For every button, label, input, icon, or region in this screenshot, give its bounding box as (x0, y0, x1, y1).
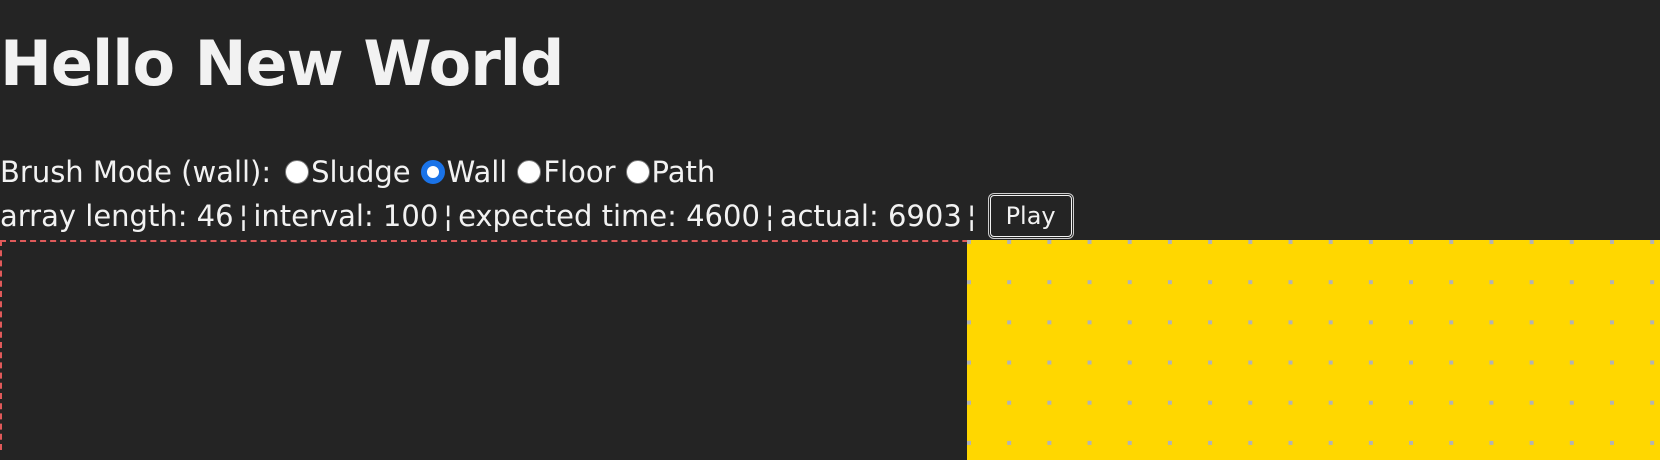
radio-wall[interactable] (420, 160, 445, 184)
actual-time-text: actual: 6903 (779, 199, 962, 233)
interval-text: interval: 100 (253, 199, 439, 233)
grid-cells[interactable] (967, 240, 1660, 460)
brush-mode-label: Brush Mode (wall): (0, 155, 272, 189)
separator: ¦ (764, 199, 775, 233)
separator: ¦ (443, 199, 454, 233)
radio-floor-label[interactable]: Floor (543, 152, 615, 192)
radio-wall-label[interactable]: Wall (447, 152, 508, 192)
radio-sludge-label[interactable]: Sludge (311, 152, 411, 192)
array-length-text: array length: 46 (0, 199, 234, 233)
tile-grid[interactable] (967, 240, 1660, 460)
page-title: Hello New World (0, 27, 564, 100)
radio-path-label[interactable]: Path (652, 152, 716, 192)
separator: ¦ (966, 199, 977, 233)
stats-row: array length: 46 ¦ interval: 100 ¦ expec… (0, 195, 1072, 237)
brush-mode-row: Brush Mode (wall): Sludge Wall Floor Pat… (0, 152, 721, 192)
radio-sludge[interactable] (285, 160, 310, 184)
radio-floor[interactable] (517, 160, 542, 184)
radio-path[interactable] (625, 160, 650, 184)
expected-time-text: expected time: 4600 (458, 199, 760, 233)
separator: ¦ (238, 199, 249, 233)
play-button[interactable]: Play (989, 195, 1072, 237)
